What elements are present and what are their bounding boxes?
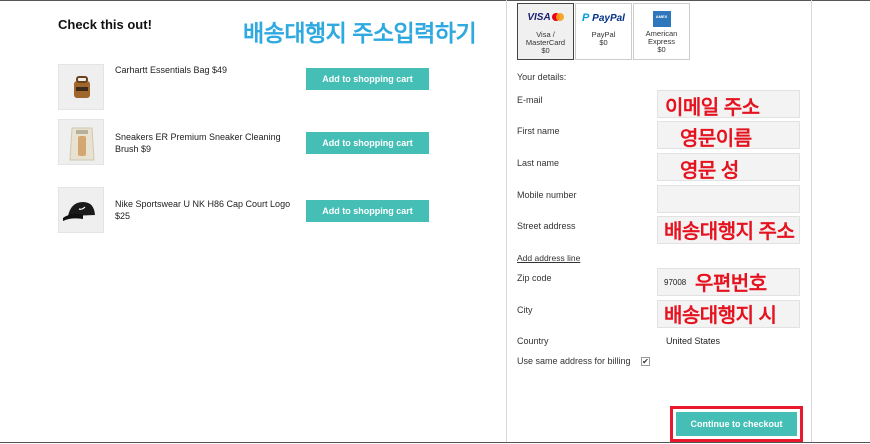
product-item: Carhartt Essentials Bag $49 Add to shopp… xyxy=(58,64,438,112)
annotation-first-name: 영문이름 xyxy=(680,128,752,150)
same-billing-checkbox[interactable]: ✔ xyxy=(641,357,650,366)
payment-american-express[interactable]: AMEX American Express $0 xyxy=(633,3,690,60)
country-value[interactable]: United States xyxy=(666,336,720,346)
mobile-number-label: Mobile number xyxy=(517,190,577,200)
street-address-label: Street address xyxy=(517,221,576,231)
country-label: Country xyxy=(517,336,549,346)
checkout-highlight-box: Continue to checkout xyxy=(670,406,803,442)
add-to-cart-button[interactable]: Add to shopping cart xyxy=(306,200,429,222)
first-name-label: First name xyxy=(517,126,560,136)
annotation-zip: 우편번호 xyxy=(695,273,767,295)
add-to-cart-button[interactable]: Add to shopping cart xyxy=(306,68,429,90)
product-name[interactable]: Nike Sportswear U NK H86 Cap Court Logo … xyxy=(115,198,295,222)
recommendations-title: Check this out! xyxy=(58,17,152,32)
visa-mastercard-logo-icon: VISA xyxy=(518,12,573,30)
payment-paypal[interactable]: P PayPal PayPal $0 xyxy=(575,3,632,60)
bottom-border xyxy=(0,442,870,443)
add-address-line-link[interactable]: Add address line xyxy=(517,253,580,263)
your-details-heading: Your details: xyxy=(517,72,567,82)
bag-icon[interactable] xyxy=(58,64,104,110)
same-billing-label: Use same address for billing xyxy=(517,356,631,366)
city-label: City xyxy=(517,305,533,315)
product-name[interactable]: Sneakers ER Premium Sneaker Cleaning Bru… xyxy=(115,131,295,155)
annotation-city: 배송대행지 시 xyxy=(664,305,777,327)
paypal-logo-icon: P PayPal xyxy=(582,12,625,24)
brush-icon[interactable] xyxy=(58,119,104,165)
last-name-label: Last name xyxy=(517,158,560,168)
email-label: E-mail xyxy=(517,95,543,105)
payment-method-tabs: VISA Visa / MasterCard $0 P PayPal PayPa… xyxy=(517,3,693,60)
annotation-street: 배송대행지 주소 xyxy=(664,221,795,243)
cap-icon[interactable] xyxy=(58,187,104,233)
continue-to-checkout-button[interactable]: Continue to checkout xyxy=(676,412,797,436)
zip-code-label: Zip code xyxy=(517,273,552,283)
product-item: Nike Sportswear U NK H86 Cap Court Logo … xyxy=(58,187,438,235)
add-to-cart-button[interactable]: Add to shopping cart xyxy=(306,132,429,154)
payment-visa-mastercard[interactable]: VISA Visa / MasterCard $0 xyxy=(517,3,574,60)
amex-logo-icon: AMEX xyxy=(634,10,689,29)
annotation-last-name: 영문 성 xyxy=(680,160,739,182)
mobile-number-field[interactable] xyxy=(657,185,800,213)
product-item: Sneakers ER Premium Sneaker Cleaning Bru… xyxy=(58,119,438,167)
annotation-email: 이메일 주소 xyxy=(665,97,760,119)
annotation-shipping-address-title: 배송대행지 주소입력하기 xyxy=(243,20,477,46)
product-name[interactable]: Carhartt Essentials Bag $49 xyxy=(115,64,295,76)
